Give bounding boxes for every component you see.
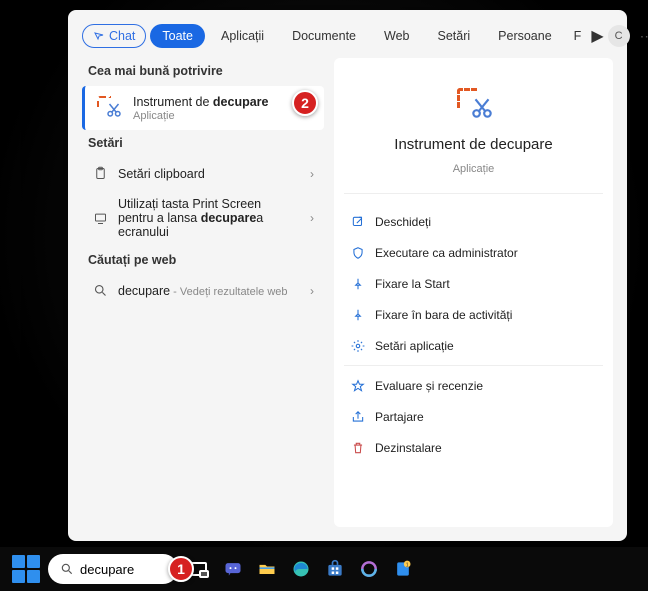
taskbar: 1 1 bbox=[0, 547, 648, 591]
action-review[interactable]: Evaluare și recenzie bbox=[344, 370, 603, 401]
result-subtitle: Aplicație bbox=[133, 110, 314, 122]
section-best-match: Cea mai bună potrivire bbox=[88, 64, 324, 78]
store-icon[interactable] bbox=[322, 556, 348, 582]
edge-icon[interactable] bbox=[288, 556, 314, 582]
search-icon bbox=[60, 562, 74, 576]
chevron-right-icon: › bbox=[310, 211, 314, 225]
printscreen-icon bbox=[92, 211, 108, 226]
svg-text:1: 1 bbox=[406, 563, 409, 569]
action-share[interactable]: Partajare bbox=[344, 401, 603, 432]
tab-settings[interactable]: Setări bbox=[426, 24, 483, 48]
result-printscreen-setting[interactable]: Utilizați tasta Print Screen pentru a la… bbox=[82, 189, 324, 247]
clipchamp-icon[interactable] bbox=[356, 556, 382, 582]
tab-chat[interactable]: Chat bbox=[82, 24, 146, 48]
app-icon[interactable]: 1 bbox=[390, 556, 416, 582]
callout-2: 2 bbox=[292, 90, 318, 116]
action-pin-taskbar[interactable]: Fixare în bara de activități bbox=[344, 299, 603, 330]
section-search-web: Căutați pe web bbox=[88, 253, 324, 267]
result-web-search[interactable]: decupare - Vedeți rezultatele web › bbox=[82, 275, 324, 306]
star-icon bbox=[350, 378, 365, 393]
results-column: Cea mai bună potrivire Instrument de dec… bbox=[82, 58, 324, 527]
detail-app-subtitle: Aplicație bbox=[453, 163, 495, 175]
detail-pane: Instrument de decupare Aplicație Deschid… bbox=[334, 58, 613, 527]
user-avatar[interactable]: C bbox=[608, 25, 630, 47]
chevron-right-icon: › bbox=[310, 167, 314, 181]
detail-app-title: Instrument de decupare bbox=[394, 136, 552, 153]
action-run-admin[interactable]: Executare ca administrator bbox=[344, 237, 603, 268]
action-app-settings[interactable]: Setări aplicație bbox=[344, 330, 603, 361]
callout-1: 1 bbox=[168, 556, 194, 582]
tab-people[interactable]: Persoane bbox=[486, 24, 564, 48]
result-clipboard-settings[interactable]: Setări clipboard › bbox=[82, 158, 324, 189]
tab-documents[interactable]: Documente bbox=[280, 24, 368, 48]
trash-icon bbox=[350, 440, 365, 455]
section-settings: Setări bbox=[88, 136, 324, 150]
share-icon bbox=[350, 409, 365, 424]
chevron-right-icon: › bbox=[310, 284, 314, 298]
action-open[interactable]: Deschideți bbox=[344, 206, 603, 237]
result-best-match[interactable]: Instrument de decupare Aplicație 2 bbox=[82, 86, 324, 130]
snipping-tool-icon-large bbox=[453, 84, 495, 126]
start-button[interactable] bbox=[12, 555, 40, 583]
tab-apps[interactable]: Aplicații bbox=[209, 24, 276, 48]
explorer-icon[interactable] bbox=[254, 556, 280, 582]
clipboard-icon bbox=[92, 166, 108, 181]
shield-icon bbox=[350, 245, 365, 260]
taskbar-search[interactable]: 1 bbox=[48, 554, 178, 584]
tab-web[interactable]: Web bbox=[372, 24, 421, 48]
taskbar-search-input[interactable] bbox=[80, 562, 160, 577]
open-icon bbox=[350, 214, 365, 229]
gear-icon bbox=[350, 338, 365, 353]
search-results-panel: Chat Toate Aplicații Documente Web Setăr… bbox=[68, 10, 627, 541]
more-options-icon[interactable]: ⋯ bbox=[640, 28, 648, 45]
tab-truncated[interactable]: F bbox=[568, 24, 588, 48]
tab-all[interactable]: Toate bbox=[150, 24, 205, 48]
search-icon bbox=[92, 283, 108, 298]
tabs-overflow-icon[interactable]: ▶ bbox=[591, 26, 603, 46]
action-uninstall[interactable]: Dezinstalare bbox=[344, 432, 603, 463]
pin-icon bbox=[350, 276, 365, 291]
pin-icon bbox=[350, 307, 365, 322]
action-pin-start[interactable]: Fixare la Start bbox=[344, 268, 603, 299]
chat-icon[interactable] bbox=[220, 556, 246, 582]
filter-tabs: Chat Toate Aplicații Documente Web Setăr… bbox=[68, 10, 627, 58]
result-title: Instrument de decupare bbox=[133, 95, 314, 109]
snipping-tool-icon bbox=[95, 94, 123, 122]
